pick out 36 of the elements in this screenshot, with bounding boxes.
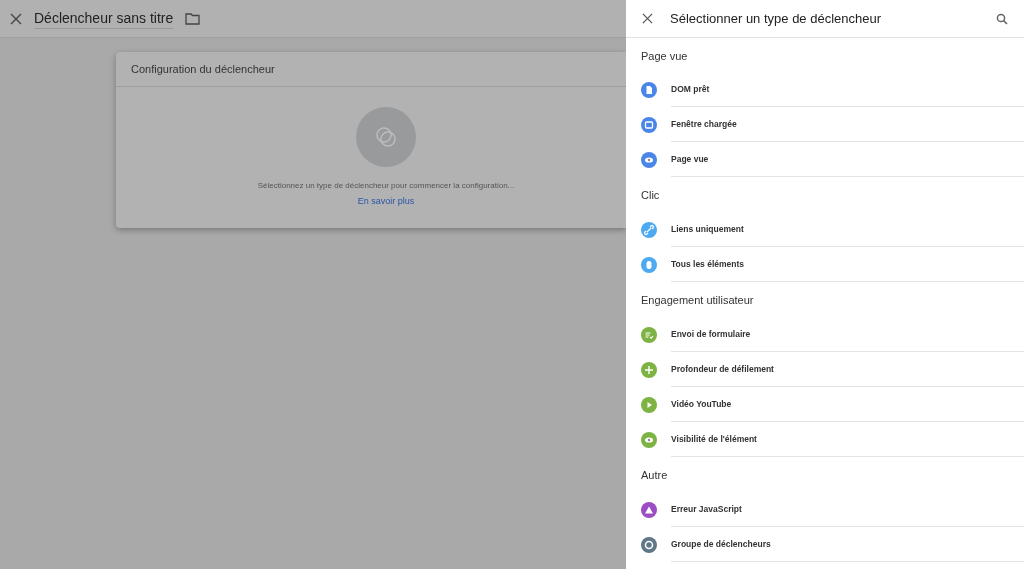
learn-more-link[interactable]: En savoir plus — [357, 195, 415, 209]
hint-text: Sélectionnez un type de déclencheur pour commencer la configuration... — [257, 180, 515, 192]
trigger-type-label: Profondeur de défilement — [671, 362, 774, 376]
card-title: Configuration du déclencheur — [131, 61, 275, 77]
section-heading: Autre — [641, 467, 668, 483]
trigger-type-item[interactable]: Tous les éléments — [626, 247, 1024, 282]
section-heading: Clic — [641, 187, 660, 203]
search-icon[interactable] — [996, 12, 1008, 25]
trigger-type-item[interactable]: Erreur JavaScript — [626, 492, 1024, 527]
section-heading: Engagement utilisateur — [641, 292, 754, 308]
trigger-type-item[interactable]: DOM prêt — [626, 72, 1024, 107]
trigger-type-item[interactable]: Profondeur de défilement — [626, 352, 1024, 387]
trigger-type-item[interactable]: Visibilité de l'élément — [626, 422, 1024, 457]
close-icon[interactable] — [642, 13, 653, 24]
trigger-type-item[interactable]: Liens uniquement — [626, 212, 1024, 247]
trigger-type-label: Tous les éléments — [671, 257, 745, 271]
trigger-type-item[interactable]: Groupe de déclencheurs — [626, 527, 1024, 562]
trigger-type-label: Groupe de déclencheurs — [671, 537, 771, 551]
trigger-type-label: Erreur JavaScript — [671, 502, 742, 516]
trigger-type-label: Visibilité de l'élément — [671, 432, 757, 446]
trigger-type-label: DOM prêt — [671, 82, 710, 96]
trigger-placeholder-icon — [356, 107, 416, 167]
trigger-type-item[interactable]: Vidéo YouTube — [626, 387, 1024, 422]
panel-title: Sélectionner un type de déclencheur — [670, 9, 883, 28]
trigger-type-label: Fenêtre chargée — [671, 117, 737, 131]
trigger-name-field[interactable]: Déclencheur sans titre — [34, 8, 174, 29]
close-icon[interactable] — [10, 12, 22, 25]
trigger-type-item[interactable]: Page vue — [626, 142, 1024, 177]
trigger-type-label: Liens uniquement — [671, 222, 744, 236]
folder-icon[interactable] — [185, 12, 201, 25]
section-heading: Page vue — [641, 48, 688, 64]
trigger-type-item[interactable]: Envoi de formulaire — [626, 317, 1024, 352]
trigger-type-item[interactable]: Fenêtre chargée — [626, 107, 1024, 142]
trigger-type-label: Page vue — [671, 152, 709, 166]
trigger-type-label: Vidéo YouTube — [671, 397, 732, 411]
trigger-type-label: Envoi de formulaire — [671, 327, 751, 341]
